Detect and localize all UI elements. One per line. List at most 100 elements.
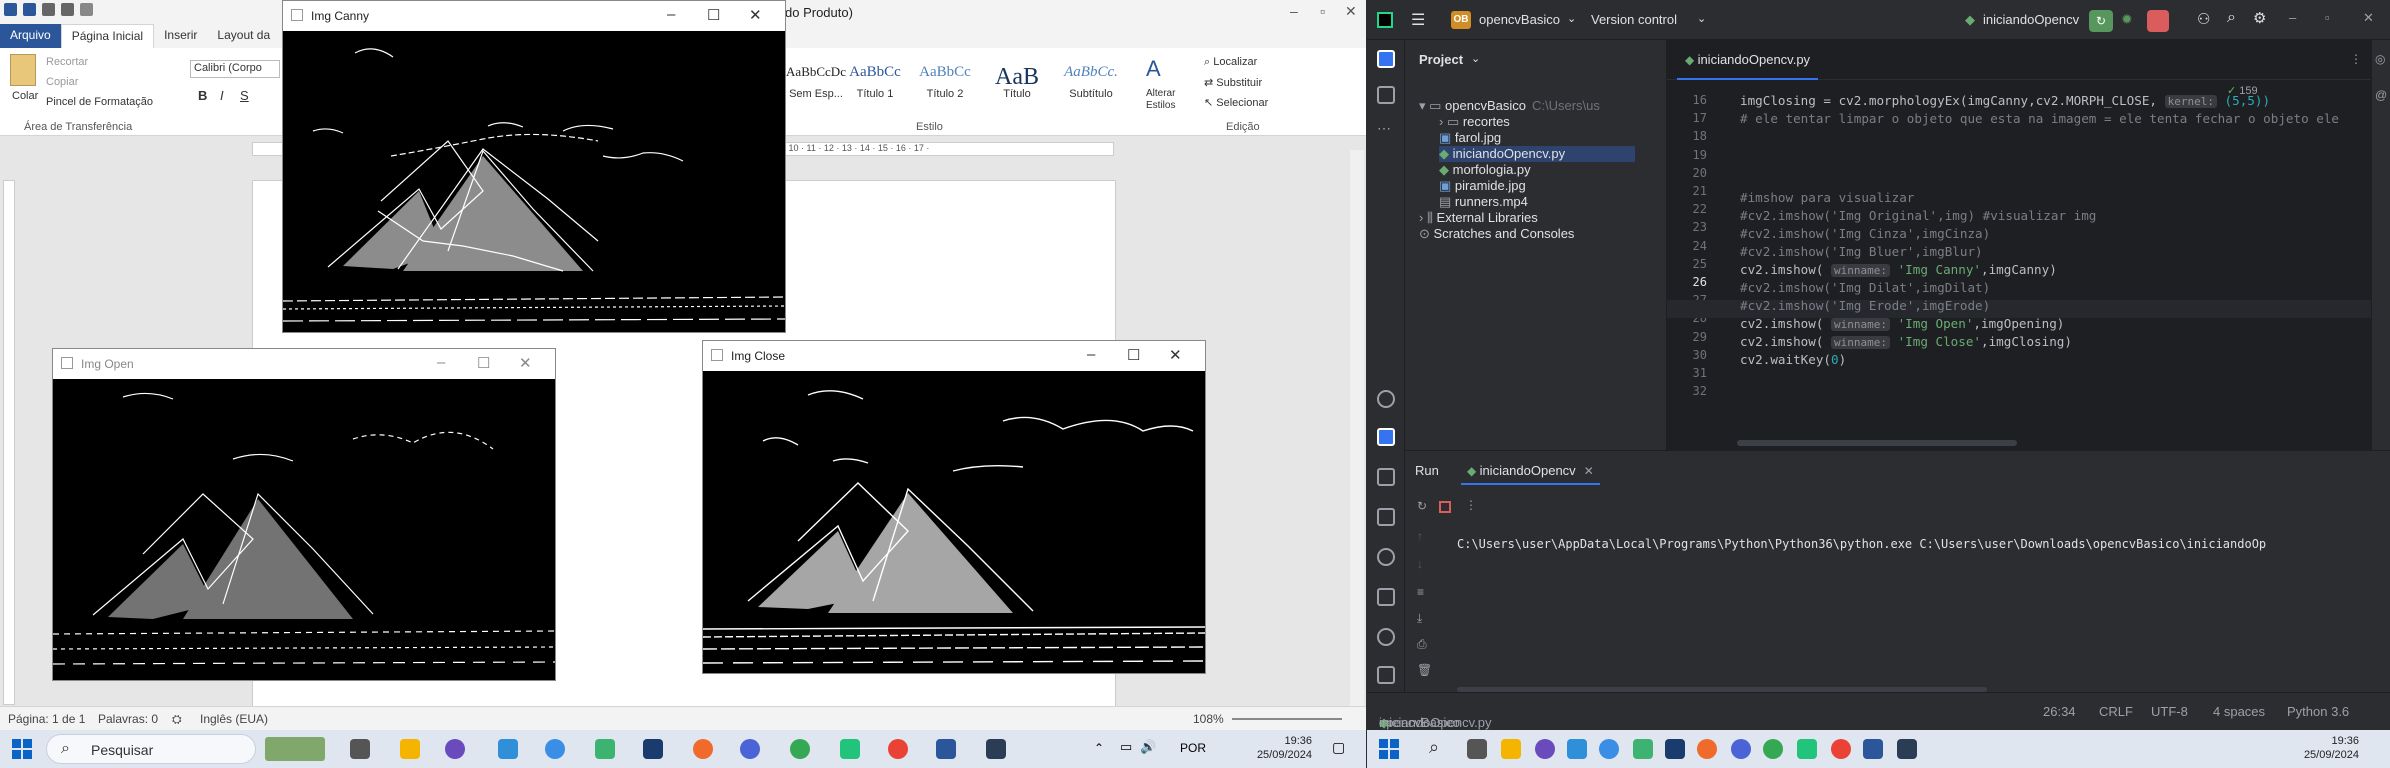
maximize-icon[interactable]: ☐ [707, 6, 720, 24]
clock[interactable]: 19:36 25/09/2024 [2287, 734, 2359, 762]
code-editor[interactable]: ◆ iniciandoOpencv.py ⋮ ✓ 159 16 17 18 19 20 2… [1667, 40, 2372, 450]
project-tree-item[interactable]: ▤ runners.mp4 [1439, 194, 1528, 210]
redo-icon[interactable] [61, 3, 74, 16]
editor-tab[interactable]: ◆ iniciandoOpencv.py [1677, 40, 1819, 80]
more-icon[interactable]: ⋯ [1377, 120, 1395, 138]
run-tab[interactable]: ◆ iniciandoOpencv ✕ [1461, 451, 1600, 485]
app-icon[interactable] [545, 739, 565, 759]
img-open-window[interactable]: Img Open – ☐ ✕ [52, 348, 556, 681]
debug-icon[interactable] [1377, 468, 1395, 486]
underline-button[interactable]: S [240, 88, 249, 103]
app-icon[interactable] [693, 739, 713, 759]
run-panel-title[interactable]: Run [1415, 463, 1439, 478]
close-icon[interactable]: ✕ [1345, 3, 1357, 20]
img-close-window[interactable]: Img Close – ☐ ✕ [702, 340, 1206, 674]
stop-icon[interactable] [2147, 10, 2169, 32]
app-icon[interactable] [445, 739, 465, 759]
tab-insert[interactable]: Inserir [154, 24, 207, 48]
indent-setting[interactable]: 4 spaces [2213, 704, 2265, 719]
arrow-down-icon[interactable]: ↓ [1417, 557, 1423, 571]
change-styles-button[interactable]: Alterar Estilos [1146, 88, 1186, 112]
copy-button[interactable]: Copiar [46, 76, 78, 88]
windows-start-icon[interactable] [12, 739, 32, 759]
style-no-spacing[interactable]: AaBbCcDc Sem Esp... [786, 64, 846, 100]
font-name-select[interactable]: Calibri (Corpo [190, 60, 280, 78]
volume-icon[interactable]: 🔊 [1140, 739, 1156, 755]
project-panel-title[interactable]: Project [1419, 52, 1463, 67]
project-tree-item[interactable]: ⊙ Scratches and Consoles [1419, 226, 1574, 242]
save-icon[interactable] [23, 3, 36, 16]
word-icon[interactable] [1863, 739, 1883, 759]
line-separator[interactable]: CRLF [2099, 704, 2133, 719]
arrow-up-icon[interactable]: ↑ [1417, 529, 1423, 543]
restore-icon[interactable]: ▫ [2325, 10, 2330, 25]
bold-button[interactable]: B [198, 88, 207, 103]
horizontal-scrollbar[interactable] [1737, 440, 2017, 446]
vertical-ruler[interactable] [3, 180, 15, 705]
language-indicator[interactable]: POR [1180, 741, 1206, 755]
app-icon[interactable] [1731, 739, 1751, 759]
structure-icon[interactable] [1377, 86, 1395, 104]
close-icon[interactable]: ✕ [2363, 10, 2374, 26]
notifications-icon[interactable]: ◎ [2375, 52, 2385, 66]
debug-icon[interactable]: ✹ [2121, 11, 2133, 28]
minimize-icon[interactable]: – [2289, 10, 2296, 25]
chevron-down-icon[interactable]: ⌄ [1471, 52, 1480, 65]
img-open-titlebar[interactable]: Img Open – ☐ ✕ [53, 349, 555, 379]
language-indicator[interactable]: Inglês (EUA) [200, 712, 268, 726]
app-icon[interactable] [643, 739, 663, 759]
chrome-icon[interactable] [1831, 739, 1851, 759]
app-icon[interactable] [1599, 739, 1619, 759]
pycharm-icon[interactable] [1797, 739, 1817, 759]
restore-icon[interactable]: ▫ [1320, 3, 1325, 19]
maximize-icon[interactable]: ☐ [1127, 346, 1140, 364]
app-icon[interactable] [1697, 739, 1717, 759]
python-icon[interactable] [986, 739, 1006, 759]
pycharm-icon[interactable] [840, 739, 860, 759]
project-tree-item[interactable]: ◆ iniciandoOpencv.py [1439, 146, 1635, 162]
minimize-icon[interactable]: – [437, 354, 445, 371]
proofing-icon[interactable]: ⛭ [172, 712, 182, 727]
tray-chevron-icon[interactable]: ⌃ [1094, 741, 1104, 755]
project-tree-item[interactable]: › ⫼ External Libraries [1419, 210, 1538, 226]
more-icon[interactable]: ⋮ [2350, 52, 2362, 66]
replace-button[interactable]: ⇄ Substituir [1204, 76, 1262, 89]
close-icon[interactable]: ✕ [1584, 464, 1594, 478]
italic-button[interactable]: I [220, 88, 224, 103]
minimize-icon[interactable]: – [667, 6, 675, 23]
img-close-titlebar[interactable]: Img Close – ☐ ✕ [703, 341, 1205, 371]
chrome-icon[interactable] [888, 739, 908, 759]
python-console-icon[interactable] [1377, 390, 1395, 408]
tab-home[interactable]: Página Inicial [60, 24, 155, 48]
scroll-to-end-icon[interactable]: ⤓ [1417, 611, 1422, 626]
caret-position[interactable]: 26:34 [2043, 704, 2076, 719]
cut-button[interactable]: Recortar [46, 56, 88, 68]
chrome-icon[interactable] [1763, 739, 1783, 759]
project-tree-item[interactable]: ▣ piramide.jpg [1439, 178, 1526, 194]
vcs-selector[interactable]: Version control [1591, 12, 1677, 27]
tab-file[interactable]: Arquivo [0, 24, 61, 48]
folder-icon[interactable] [1377, 50, 1395, 68]
gear-icon[interactable]: ⚙ [2253, 9, 2266, 27]
packages-icon[interactable] [1377, 508, 1395, 526]
python-icon[interactable] [1897, 739, 1917, 759]
tab-layout[interactable]: Layout da [207, 24, 280, 48]
app-icon[interactable] [1535, 739, 1555, 759]
close-icon[interactable]: ✕ [1169, 346, 1182, 364]
soft-wrap-icon[interactable]: ≡ [1417, 585, 1424, 599]
zoom-slider[interactable] [1232, 718, 1342, 720]
trash-icon[interactable]: 🗑 [1417, 663, 1432, 677]
clock[interactable]: 19:36 25/09/2024 [1240, 734, 1312, 762]
img-canny-window[interactable]: Img Canny – ☐ ✕ [282, 0, 786, 333]
file-encoding[interactable]: UTF-8 [2151, 704, 2188, 719]
app-icon[interactable] [740, 739, 760, 759]
vscode-icon[interactable] [1567, 739, 1587, 759]
interpreter[interactable]: Python 3.6 [2287, 704, 2349, 719]
zoom-level[interactable]: 108% [1193, 712, 1224, 726]
more-icon[interactable]: ⋮ [1465, 498, 1477, 512]
change-styles-icon[interactable]: A [1146, 56, 1161, 82]
project-tree-item[interactable]: › ▭ recortes [1439, 114, 1510, 130]
style-heading-1[interactable]: AaBbCc Título 1 [844, 64, 906, 100]
chrome-icon[interactable] [790, 739, 810, 759]
style-title[interactable]: AaB Título [986, 64, 1048, 100]
